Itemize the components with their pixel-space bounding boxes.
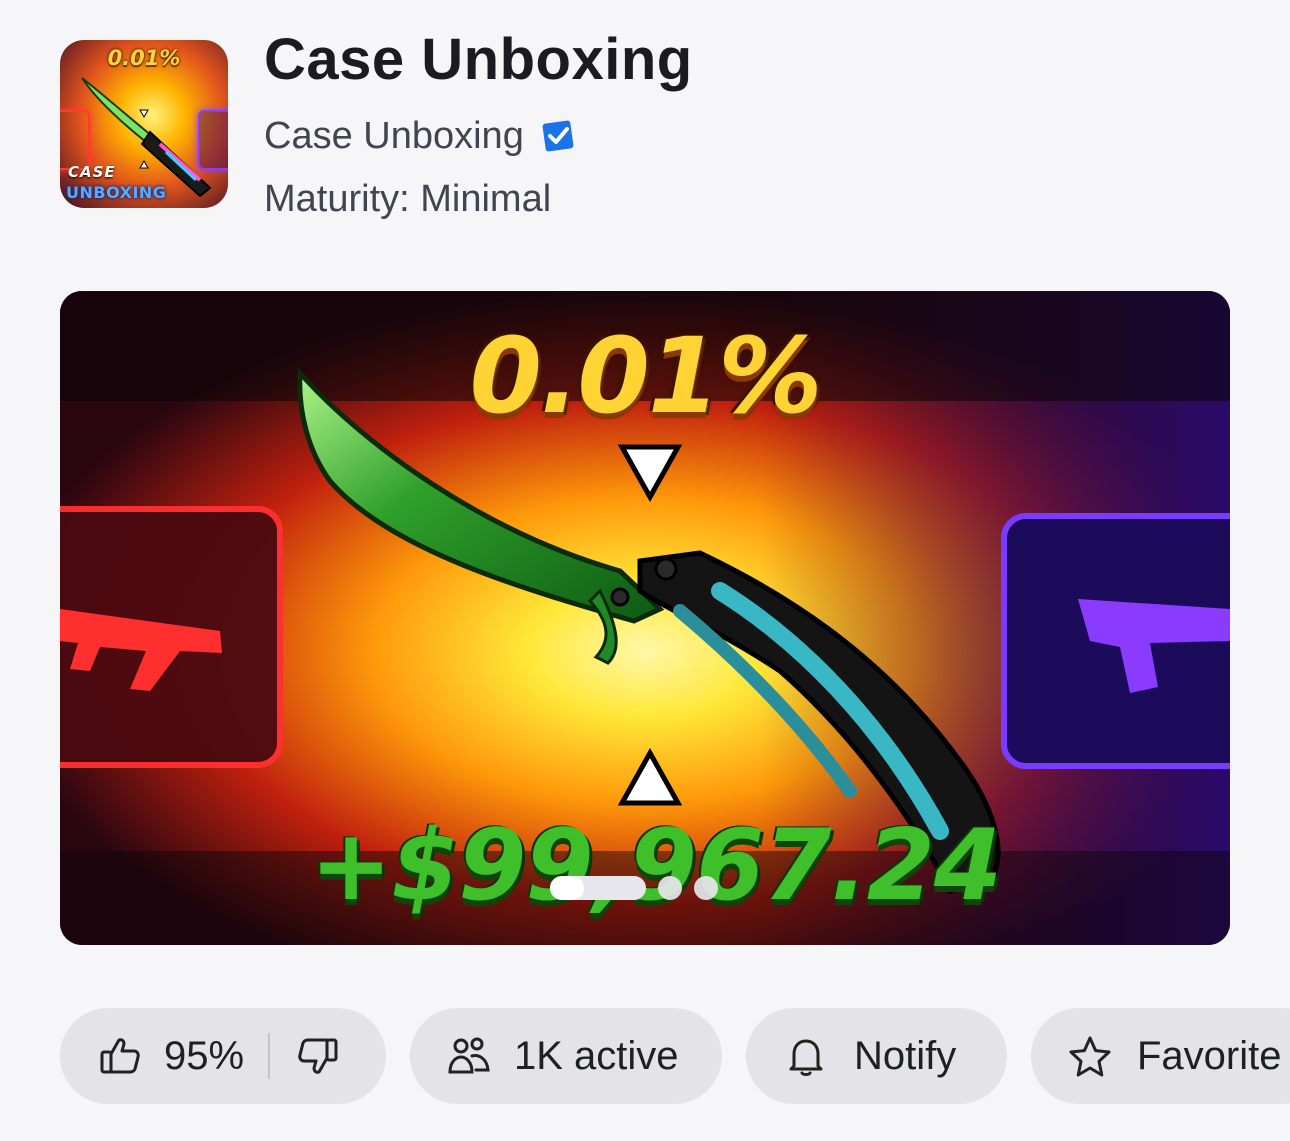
creator-row[interactable]: Case Unboxing — [264, 112, 578, 160]
game-icon: 0.01% CASE UNBOXING — [60, 40, 228, 208]
notify-label: Notify — [854, 1033, 957, 1078]
active-count: 1K active — [514, 1033, 679, 1078]
favorite-button[interactable]: Favorite — [1031, 1008, 1290, 1104]
game-title: Case Unboxing — [264, 27, 693, 92]
thumbs-down-icon[interactable] — [296, 1034, 340, 1078]
icon-percent-text: 0.01% — [107, 46, 181, 70]
pager-dot-2[interactable] — [658, 876, 682, 900]
maturity-rating: Maturity: Minimal — [264, 178, 552, 220]
bell-icon — [786, 1034, 826, 1078]
creator-name[interactable]: Case Unboxing — [264, 115, 524, 158]
pager-progress — [550, 876, 584, 900]
icon-unboxing-text: UNBOXING — [66, 183, 167, 202]
favorite-label: Favorite — [1137, 1033, 1282, 1078]
hero-carousel[interactable]: 0.01% +$99,967.24 — [60, 291, 1230, 945]
hero-percent-text: 0.01% — [469, 315, 823, 437]
thumbs-up-icon[interactable] — [98, 1034, 142, 1078]
pager-dot-1[interactable] — [550, 876, 646, 900]
star-icon — [1067, 1034, 1113, 1078]
active-players-chip: 1K active — [410, 1008, 722, 1104]
verified-badge-icon — [538, 116, 578, 156]
like-percentage: 95% — [164, 1033, 245, 1078]
hero-amount-text: +$99,967.24 — [310, 809, 1002, 923]
vote-divider — [268, 1033, 271, 1079]
vote-chip: 95% — [60, 1008, 386, 1104]
carousel-pager[interactable] — [550, 876, 718, 900]
pager-dot-3[interactable] — [694, 876, 718, 900]
people-icon — [446, 1034, 492, 1078]
icon-case-text: CASE — [68, 163, 116, 181]
notify-button[interactable]: Notify — [746, 1008, 1007, 1104]
